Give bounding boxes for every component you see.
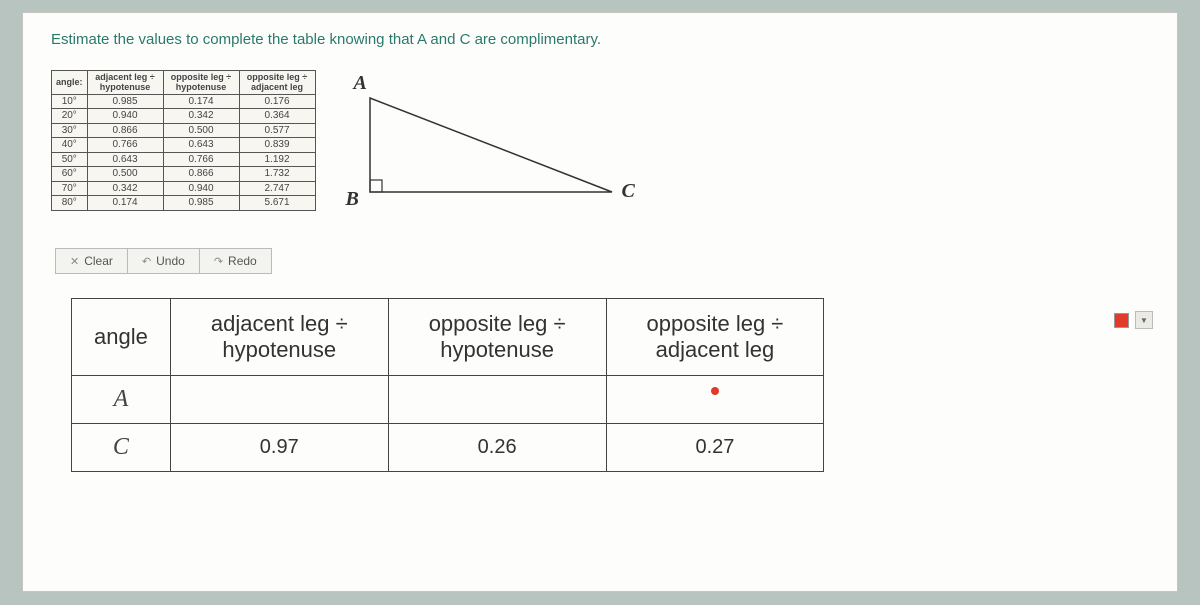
hdr-line: adjacent leg ÷ [211, 311, 348, 336]
answer-hdr-angle: angle [72, 299, 171, 376]
ref-cell: 0.500 [87, 167, 163, 182]
prompt-text: Estimate the values to complete the tabl… [51, 31, 1149, 48]
hdr-line: opposite leg ÷ [647, 311, 784, 336]
answer-hdr-opp-hyp: opposite leg ÷hypotenuse [388, 299, 606, 376]
hdr-line: hypotenuse [222, 337, 336, 362]
color-swatch[interactable] [1114, 313, 1129, 328]
triangle-diagram: A B C [342, 80, 662, 230]
ref-cell: 30° [52, 123, 88, 138]
ref-cell: 0.866 [163, 167, 239, 182]
answer-table: angle adjacent leg ÷hypotenuse opposite … [71, 298, 824, 472]
ref-cell: 0.643 [87, 152, 163, 167]
ref-cell: 0.940 [87, 109, 163, 124]
ref-cell: 20° [52, 109, 88, 124]
ref-cell: 70° [52, 181, 88, 196]
ref-cell: 0.342 [87, 181, 163, 196]
undo-button[interactable]: ↶ Undo [128, 248, 200, 274]
ref-cell: 0.985 [87, 94, 163, 109]
ref-hdr-adj-hyp: adjacent leg ÷ hypotenuse [87, 71, 163, 95]
ref-cell: 1.192 [239, 152, 315, 167]
ref-cell: 10° [52, 94, 88, 109]
top-content-row: angle: adjacent leg ÷ hypotenuse opposit… [51, 70, 1149, 230]
ref-cell: 1.732 [239, 167, 315, 182]
ref-cell: 50° [52, 152, 88, 167]
row-label-a: A [72, 376, 171, 424]
triangle-svg [342, 80, 642, 220]
ref-cell: 5.671 [239, 196, 315, 211]
undo-icon: ↶ [142, 255, 151, 268]
ref-row: 10°0.9850.1740.176 [52, 94, 316, 109]
answer-cell-c2[interactable]: 0.26 [388, 424, 606, 472]
ref-cell: 0.364 [239, 109, 315, 124]
ref-cell: 0.174 [87, 196, 163, 211]
answer-cell-a2[interactable] [388, 376, 606, 424]
clear-label: Clear [84, 254, 113, 268]
ref-cell: 0.643 [163, 138, 239, 153]
ref-cell: 0.866 [87, 123, 163, 138]
ref-row: 30°0.8660.5000.577 [52, 123, 316, 138]
answer-cell-c3[interactable]: 0.27 [606, 424, 824, 472]
redo-label: Redo [228, 254, 257, 268]
answer-cell-a3[interactable] [606, 376, 824, 424]
ref-cell: 0.342 [163, 109, 239, 124]
ref-cell: 0.577 [239, 123, 315, 138]
hdr-line: opposite leg ÷ [429, 311, 566, 336]
chevron-down-icon: ▼ [1140, 316, 1148, 325]
ref-cell: 0.500 [163, 123, 239, 138]
ref-hdr-opp-hyp: opposite leg ÷ hypotenuse [163, 71, 239, 95]
ref-cell: 0.176 [239, 94, 315, 109]
answer-hdr-opp-adj: opposite leg ÷adjacent leg [606, 299, 824, 376]
ref-hdr-angle: angle: [52, 71, 88, 95]
ref-cell: 60° [52, 167, 88, 182]
ref-cell: 0.766 [87, 138, 163, 153]
ref-cell: 40° [52, 138, 88, 153]
ref-cell: 0.766 [163, 152, 239, 167]
undo-label: Undo [156, 254, 185, 268]
ref-cell: 0.839 [239, 138, 315, 153]
ref-row: 70°0.3420.9402.747 [52, 181, 316, 196]
ref-cell: 2.747 [239, 181, 315, 196]
row-label-c: C [72, 424, 171, 472]
ref-row: 20°0.9400.3420.364 [52, 109, 316, 124]
ref-cell: 80° [52, 196, 88, 211]
ref-row: 50°0.6430.7661.192 [52, 152, 316, 167]
hdr-line: hypotenuse [440, 337, 554, 362]
hdr-line: adjacent leg [656, 337, 775, 362]
answer-cell-a1[interactable] [170, 376, 388, 424]
worksheet-page: Estimate the values to complete the tabl… [22, 12, 1178, 592]
ref-cell: 0.940 [163, 181, 239, 196]
color-dropdown[interactable]: ▼ [1135, 311, 1153, 329]
close-icon: ✕ [70, 255, 79, 268]
answer-cell-c1[interactable]: 0.97 [170, 424, 388, 472]
answer-hdr-adj-hyp: adjacent leg ÷hypotenuse [170, 299, 388, 376]
clear-button[interactable]: ✕ Clear [55, 248, 128, 274]
ref-row: 60°0.5000.8661.732 [52, 167, 316, 182]
redo-icon: ↷ [214, 255, 223, 268]
ref-row: 80°0.1740.9855.671 [52, 196, 316, 211]
color-tool: ▼ [1114, 311, 1153, 329]
ref-cell: 0.174 [163, 94, 239, 109]
ref-cell: 0.985 [163, 196, 239, 211]
reference-table: angle: adjacent leg ÷ hypotenuse opposit… [51, 70, 316, 211]
vertex-label-b: B [346, 188, 359, 211]
editor-controls: ✕ Clear ↶ Undo ↷ Redo [55, 248, 1149, 274]
vertex-label-c: C [622, 180, 635, 203]
redo-button[interactable]: ↷ Redo [200, 248, 272, 274]
answer-row-a: A [72, 376, 824, 424]
cursor-dot-icon [711, 387, 719, 395]
ref-row: 40°0.7660.6430.839 [52, 138, 316, 153]
answer-row-c: C 0.97 0.26 0.27 [72, 424, 824, 472]
vertex-label-a: A [354, 72, 367, 95]
ref-hdr-opp-adj: opposite leg ÷ adjacent leg [239, 71, 315, 95]
